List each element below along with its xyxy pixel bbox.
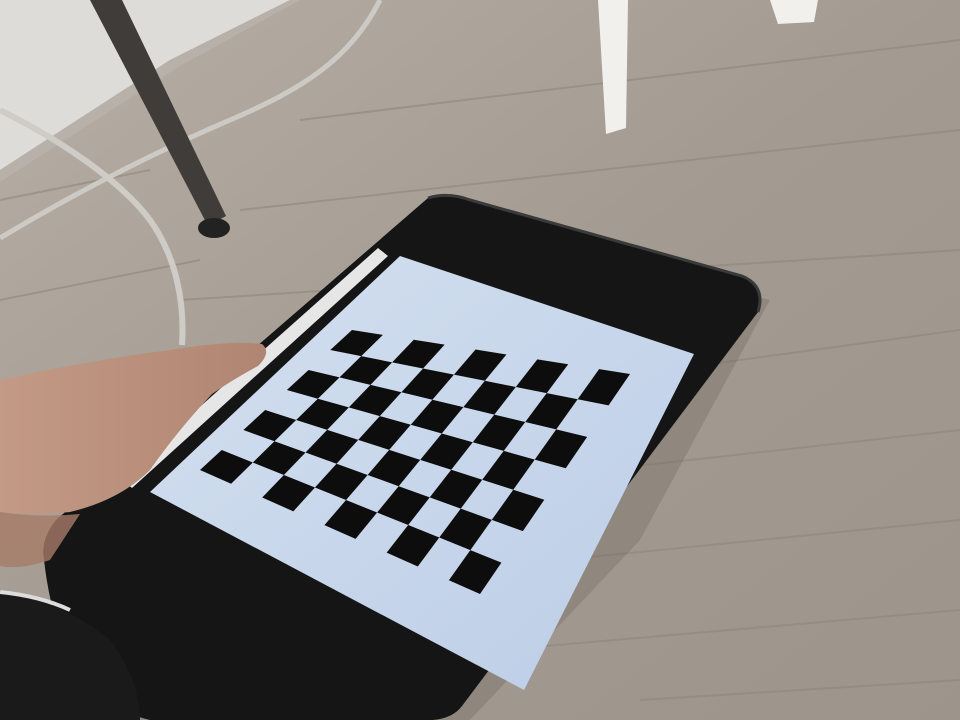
chair-leg-2 (770, 0, 818, 24)
photo-scene (0, 0, 960, 720)
desk-leg-foot (198, 218, 230, 238)
